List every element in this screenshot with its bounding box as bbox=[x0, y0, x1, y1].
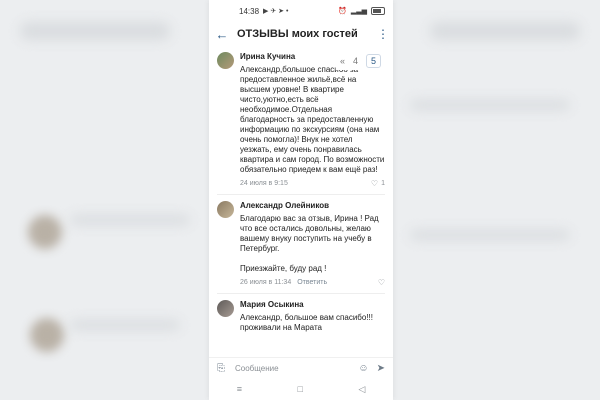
bg-blur-avatar bbox=[28, 215, 62, 249]
reply-link[interactable]: Ответить bbox=[297, 279, 327, 286]
bg-blur-block bbox=[410, 100, 570, 110]
pager-page-4[interactable]: 4 bbox=[353, 56, 358, 66]
status-bar: 14:38 ▶ ✈ ➤ • ⏰ ▂▃▅ bbox=[209, 0, 393, 22]
bg-blur-block bbox=[410, 230, 570, 240]
bg-blur-block bbox=[70, 320, 180, 330]
comment-date: 26 июля в 11:34 bbox=[240, 279, 292, 286]
alarm-icon: ⏰ bbox=[338, 8, 347, 15]
comment-text: Александр, большое вам спасибо!!!прожива… bbox=[240, 313, 373, 332]
notification-icons: ▶ ✈ ➤ • bbox=[263, 8, 289, 15]
like-button[interactable]: ♡ bbox=[378, 278, 385, 287]
signal-icon: ▂▃▅ bbox=[350, 8, 367, 15]
avatar[interactable] bbox=[217, 300, 234, 317]
comment-text: Александр,большое спасибо за предоставле… bbox=[240, 65, 385, 174]
emoji-icon[interactable]: ☺ bbox=[358, 363, 368, 374]
bg-blur-block bbox=[20, 22, 170, 40]
avatar[interactable] bbox=[217, 201, 234, 218]
comment-meta: 24 июля в 9:15 ♡ 1 bbox=[240, 179, 385, 188]
nav-back-icon[interactable]: ◁ bbox=[358, 384, 365, 395]
more-vertical-icon[interactable]: ⋮ bbox=[377, 27, 389, 41]
system-nav-bar: ≡ □ ◁ bbox=[209, 378, 393, 400]
heart-icon: ♡ bbox=[370, 179, 379, 188]
comment-meta-left: 24 июля в 9:15 bbox=[240, 180, 288, 187]
pager-prev-icon[interactable]: « bbox=[340, 56, 345, 66]
status-left: 14:38 ▶ ✈ ➤ • bbox=[239, 7, 288, 16]
message-input-bar: ⎘ ☺ ➤ bbox=[209, 357, 393, 378]
pagination: « 4 5 bbox=[335, 52, 385, 70]
comment-body: Мария Осыкина Александр, большое вам спа… bbox=[240, 298, 385, 333]
paperclip-icon[interactable]: ⎘ bbox=[217, 363, 225, 374]
top-bar: ← ОТЗЫВЫ моих гостей ⋮ bbox=[209, 22, 393, 46]
heart-icon: ♡ bbox=[377, 278, 385, 287]
like-button[interactable]: ♡ 1 bbox=[371, 179, 385, 188]
send-icon[interactable]: ➤ bbox=[377, 363, 385, 374]
comment-date: 24 июля в 9:15 bbox=[240, 180, 288, 187]
comment-meta-left: 26 июля в 11:34 Ответить bbox=[240, 279, 327, 286]
like-count: 1 bbox=[381, 180, 385, 187]
page-title: ОТЗЫВЫ моих гостей bbox=[237, 28, 358, 40]
comments-feed[interactable]: Ирина Кучина Александр,большое спасибо з… bbox=[209, 46, 393, 358]
comment-meta: 26 июля в 11:34 Ответить ♡ bbox=[240, 278, 385, 287]
pager-page-current[interactable]: 5 bbox=[365, 54, 381, 68]
comment-item: Александр Олейников Благодарю вас за отз… bbox=[209, 195, 393, 293]
nav-menu-icon[interactable]: ≡ bbox=[237, 384, 242, 394]
avatar[interactable] bbox=[217, 52, 234, 69]
phone-screen: 14:38 ▶ ✈ ➤ • ⏰ ▂▃▅ ← ОТЗЫВЫ моих гостей… bbox=[209, 0, 393, 400]
comment-author[interactable]: Мария Осыкина bbox=[240, 300, 385, 309]
comment-input[interactable] bbox=[233, 362, 351, 374]
bg-blur-avatar bbox=[30, 318, 64, 352]
nav-home-icon[interactable]: □ bbox=[297, 384, 302, 394]
bg-blur-block bbox=[430, 22, 580, 40]
comment-author[interactable]: Александр Олейников bbox=[240, 201, 385, 210]
comment-body: Александр Олейников Благодарю вас за отз… bbox=[240, 199, 385, 287]
comment-item: Мария Осыкина Александр, большое вам спа… bbox=[209, 294, 393, 339]
back-arrow-icon[interactable]: ← bbox=[215, 27, 229, 42]
comment-text: Благодарю вас за отзыв, Ирина ! Рад что … bbox=[240, 214, 379, 273]
status-right: ⏰ ▂▃▅ bbox=[338, 7, 385, 15]
status-time: 14:38 bbox=[239, 6, 260, 16]
comment-body: Ирина Кучина Александр,большое спасибо з… bbox=[240, 50, 385, 188]
battery-icon bbox=[371, 7, 385, 15]
bg-blur-block bbox=[70, 215, 190, 225]
